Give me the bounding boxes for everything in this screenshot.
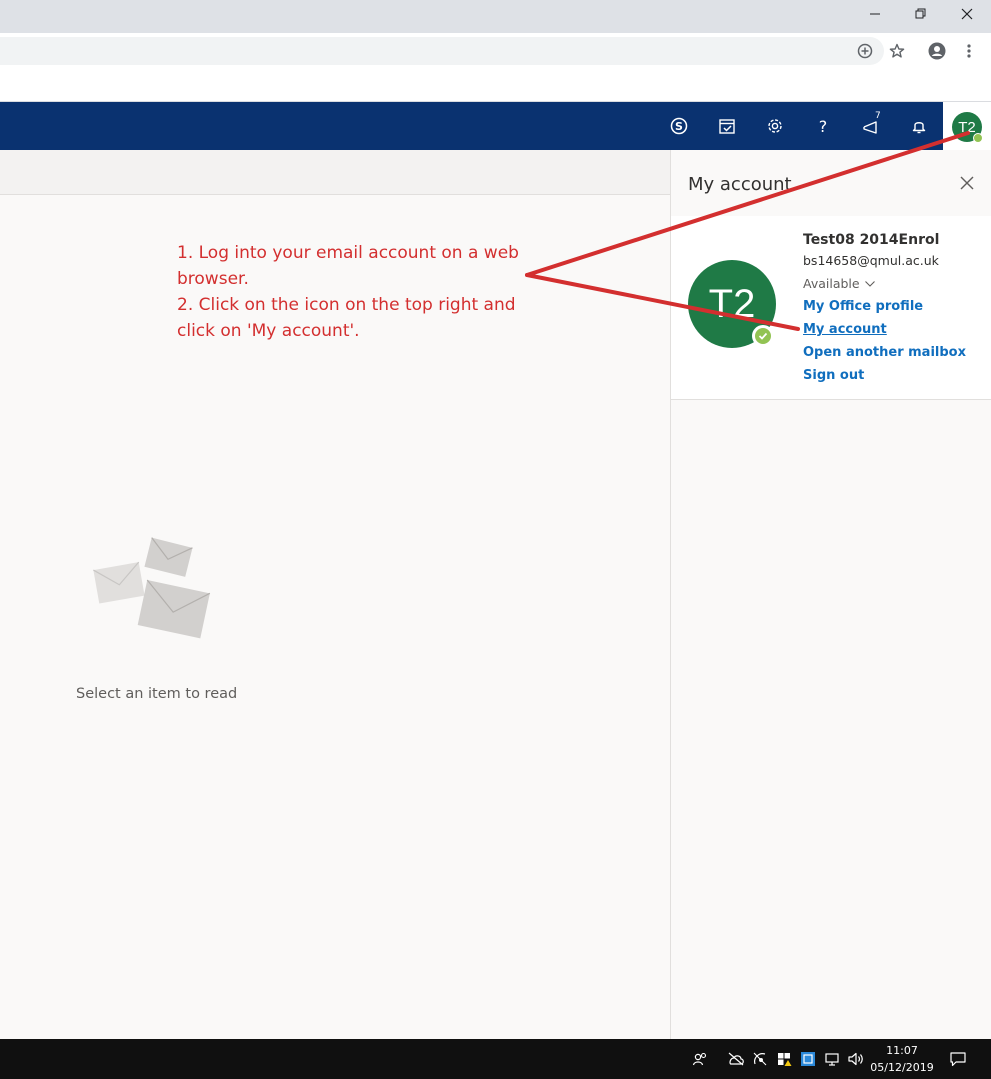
- browser-toolbar: [0, 33, 991, 69]
- question-icon: ?: [819, 117, 828, 135]
- bookmarks-area: [0, 69, 991, 102]
- app-tray-button[interactable]: [798, 1049, 818, 1069]
- people-button[interactable]: [690, 1049, 710, 1069]
- restore-button[interactable]: [898, 0, 944, 28]
- check-icon: [758, 332, 768, 340]
- account-email: bs14658@qmul.ac.uk: [803, 253, 939, 268]
- presence-dot: [752, 325, 774, 347]
- help-button[interactable]: ?: [811, 114, 835, 138]
- close-icon: [960, 176, 974, 190]
- envelopes-illustration-icon: [93, 537, 211, 639]
- address-input[interactable]: [0, 37, 884, 65]
- browser-menu-button[interactable]: [957, 39, 981, 63]
- presence-status-label: Available: [803, 276, 860, 291]
- instruction-step-2: 2. Click on the icon on the top right an…: [177, 295, 516, 341]
- skype-button[interactable]: S: [667, 114, 691, 138]
- account-circle-icon: [928, 42, 946, 60]
- instruction-step-1: 1. Log into your email account on a web …: [177, 243, 519, 289]
- network-icon: [825, 1053, 839, 1066]
- bell-icon: [912, 122, 926, 134]
- minimize-icon: [870, 13, 880, 15]
- clock-time[interactable]: 11:07: [880, 1044, 924, 1057]
- panel-close-button[interactable]: [957, 173, 977, 193]
- network-sync-button[interactable]: [750, 1049, 770, 1069]
- my-account-link[interactable]: My account: [803, 322, 887, 337]
- kebab-menu-icon: [967, 44, 971, 58]
- my-day-button[interactable]: [715, 114, 739, 138]
- settings-button[interactable]: [763, 114, 787, 138]
- app-tray-icon: [801, 1052, 815, 1066]
- security-button[interactable]: [774, 1049, 794, 1069]
- minimize-button[interactable]: [852, 0, 898, 28]
- windows-security-icon: [778, 1053, 792, 1066]
- account-card: T2 Test08 2014Enrol bs14658@qmul.ac.uk A…: [671, 216, 991, 400]
- feedback-count-badge: 7: [875, 111, 881, 121]
- onedrive-button[interactable]: [726, 1049, 746, 1069]
- windows-taskbar: 11:07 05/12/2019: [0, 1039, 991, 1079]
- office-profile-link[interactable]: My Office profile: [803, 299, 923, 314]
- profile-button[interactable]: [925, 39, 949, 63]
- account-panel: My account T2 Test08 2014Enrol bs14658@q…: [670, 150, 991, 1039]
- action-center-button[interactable]: [948, 1049, 968, 1069]
- calendar-check-icon: [719, 119, 735, 134]
- open-another-mailbox-link[interactable]: Open another mailbox: [803, 345, 966, 360]
- close-icon: [961, 8, 973, 20]
- sign-out-link[interactable]: Sign out: [803, 368, 864, 383]
- zoom-plus-icon: [857, 43, 873, 59]
- notification-bubble-icon: [950, 1052, 966, 1067]
- presence-dot: [973, 133, 983, 143]
- satellite-icon: [753, 1052, 767, 1066]
- restore-icon: [915, 8, 926, 19]
- network-button[interactable]: [822, 1049, 842, 1069]
- empty-state-text: Select an item to read: [76, 686, 238, 702]
- browser-titlebar: [0, 0, 991, 33]
- command-bar: [0, 150, 670, 195]
- bookmark-button[interactable]: [885, 39, 909, 63]
- zoom-button[interactable]: [853, 39, 877, 63]
- notifications-button[interactable]: [907, 114, 931, 138]
- cloud-offline-icon: [728, 1052, 744, 1066]
- instruction-annotation: 1. Log into your email account on a web …: [177, 240, 547, 344]
- svg-text:?: ?: [819, 117, 828, 135]
- panel-title: My account: [688, 174, 792, 195]
- svg-text:S: S: [675, 120, 683, 133]
- clock-date[interactable]: 05/12/2019: [869, 1061, 935, 1074]
- volume-button[interactable]: [846, 1049, 866, 1069]
- outlook-header: S ? 7: [0, 102, 991, 150]
- people-icon: [692, 1052, 707, 1066]
- star-icon: [889, 43, 905, 58]
- close-window-button[interactable]: [944, 0, 990, 28]
- account-display-name: Test08 2014Enrol: [803, 232, 940, 248]
- speaker-icon: [848, 1052, 863, 1066]
- skype-icon: S: [670, 117, 688, 135]
- chevron-down-icon: [864, 280, 875, 287]
- gear-icon: [768, 119, 782, 133]
- presence-status-dropdown[interactable]: Available: [803, 276, 875, 291]
